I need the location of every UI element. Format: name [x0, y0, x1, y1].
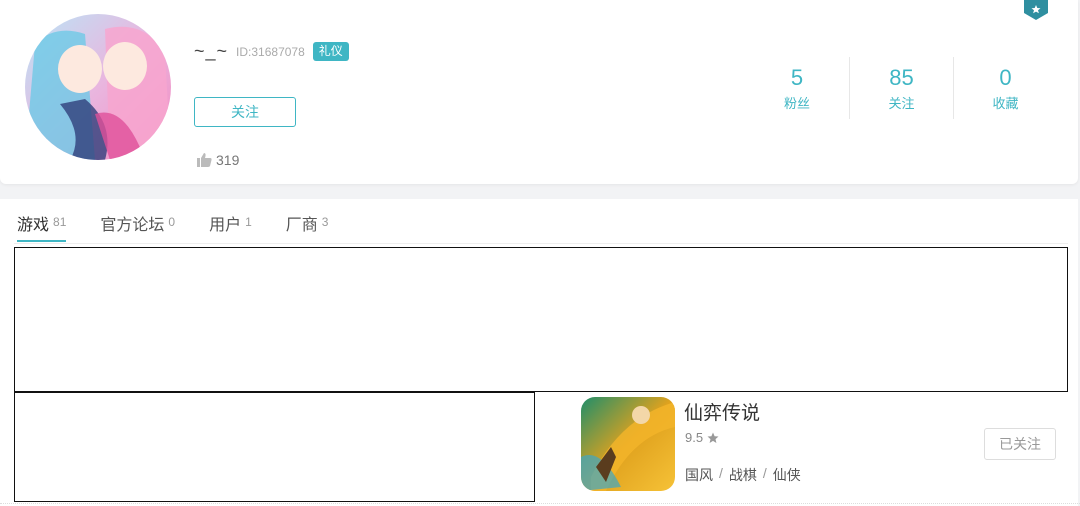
tab-label: 官方论坛 — [100, 217, 165, 234]
star-icon — [707, 432, 719, 443]
stat-label: 关注 — [888, 96, 915, 111]
game-title[interactable]: 仙弈传说 — [684, 398, 760, 425]
tab-games[interactable]: 游戏 81 — [17, 211, 67, 242]
tag[interactable]: 国风 — [685, 465, 713, 485]
profile-card: ~_~ ID:31687078 礼仪 关注 319 5 粉丝 85 关注 0 收… — [0, 0, 1078, 184]
stat-fans[interactable]: 5 粉丝 — [745, 57, 849, 119]
tabs-divider — [14, 243, 1068, 244]
followed-button[interactable]: 已关注 — [984, 428, 1056, 460]
rating-value: 9.5 — [685, 430, 704, 445]
tab-count: 0 — [168, 215, 176, 229]
username: ~_~ — [194, 41, 229, 61]
tag[interactable]: 仙侠 — [773, 465, 801, 485]
stat-value: 5 — [790, 65, 804, 90]
empty-content-box — [14, 247, 1068, 392]
tab-label: 游戏 — [17, 217, 50, 234]
tab-count: 3 — [321, 215, 329, 229]
avatar[interactable] — [25, 14, 171, 160]
name-row: ~_~ ID:31687078 礼仪 — [194, 41, 349, 62]
user-badge: 礼仪 — [312, 42, 349, 61]
stat-value: 85 — [889, 65, 914, 90]
tab-vendors[interactable]: 厂商 3 — [286, 211, 329, 241]
divider — [0, 503, 1080, 504]
tab-count: 81 — [53, 215, 67, 229]
tab-official-forum[interactable]: 官方论坛 0 — [100, 211, 175, 241]
tab-users[interactable]: 用户 1 — [209, 211, 252, 241]
game-tags: 国风 / 战棋 / 仙侠 — [685, 465, 801, 485]
stat-favorites[interactable]: 0 收藏 — [953, 57, 1057, 119]
game-icon[interactable] — [581, 397, 675, 491]
tab-label: 用户 — [209, 217, 242, 234]
tab-count: 1 — [245, 215, 252, 229]
tag-separator: / — [762, 465, 767, 481]
follow-button[interactable]: 关注 — [194, 97, 296, 127]
empty-content-box — [14, 392, 535, 502]
tag-separator: / — [719, 465, 723, 481]
stat-label: 收藏 — [992, 96, 1019, 111]
game-rating: 9.5 — [685, 430, 719, 445]
stats: 5 粉丝 85 关注 0 收藏 — [745, 57, 1057, 119]
tab-bar: 游戏 81 官方论坛 0 用户 1 厂商 3 — [17, 211, 329, 242]
stat-value: 0 — [999, 65, 1012, 90]
stat-label: 粉丝 — [783, 96, 810, 111]
user-id: ID:31687078 — [236, 44, 305, 59]
likes-value: 319 — [216, 152, 240, 168]
stat-following[interactable]: 85 关注 — [849, 57, 953, 119]
tag[interactable]: 战棋 — [729, 465, 757, 485]
likes-count: 319 — [197, 152, 239, 168]
thumbs-up-icon — [197, 153, 212, 167]
tab-label: 厂商 — [285, 217, 318, 234]
shield-badge-icon[interactable] — [1024, 0, 1048, 20]
